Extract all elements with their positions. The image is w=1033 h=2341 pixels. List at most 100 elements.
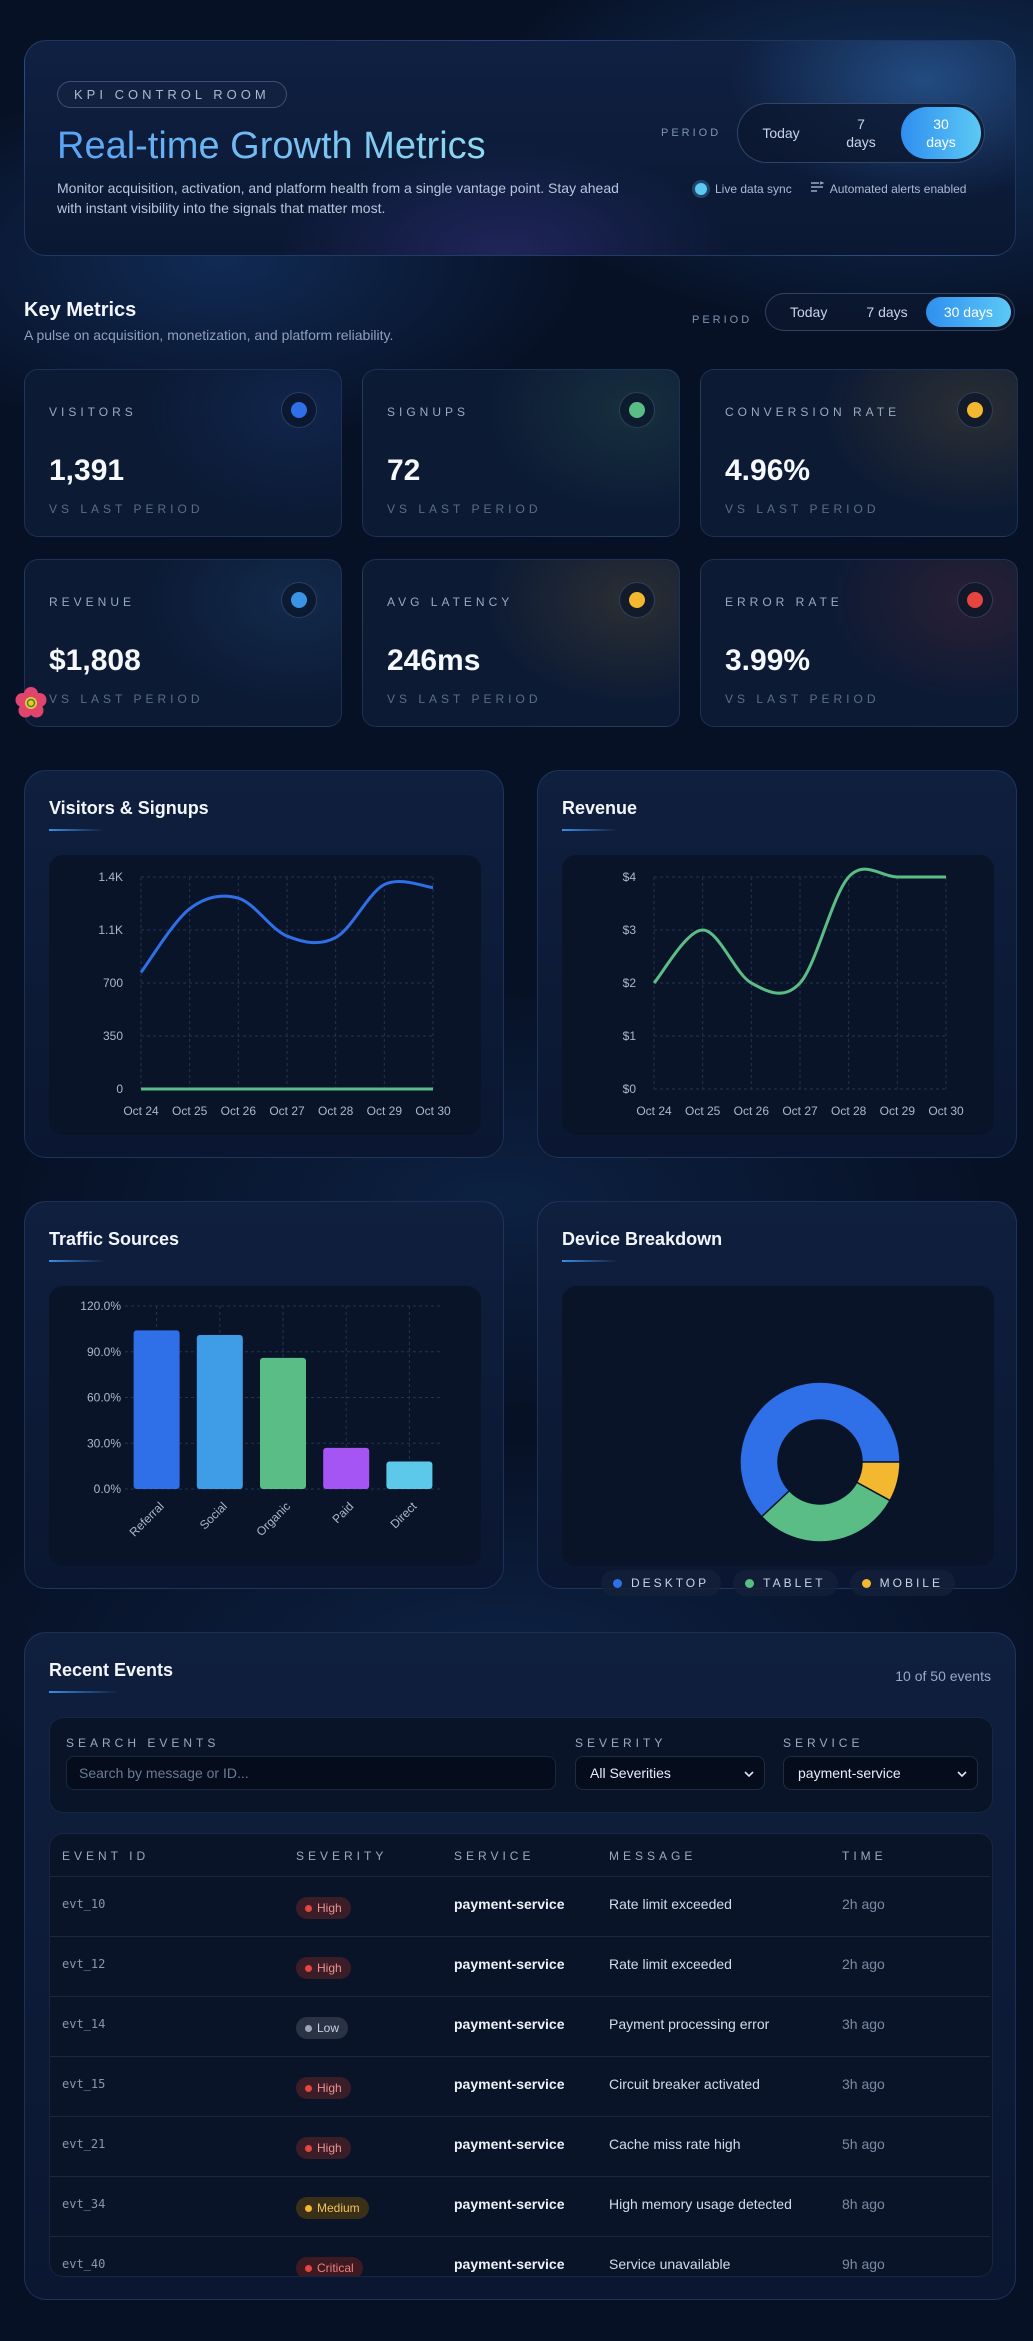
chevron-down-icon — [744, 1757, 754, 1789]
severity-dot-icon — [305, 2084, 312, 2092]
kpi-card-signups: SIGNUPS 72 VS LAST PERIOD — [362, 369, 680, 537]
legend-item-desktop[interactable]: DESKTOP — [601, 1570, 722, 1596]
service-select[interactable]: payment-service — [783, 1756, 978, 1790]
x-tick-label: Oct 28 — [831, 1104, 867, 1118]
kpi-value: 4.96% — [725, 454, 811, 487]
x-tick-label: Oct 29 — [880, 1104, 916, 1118]
device-breakdown-panel: Device Breakdown DESKTOP TABLET MOBILE — [537, 1201, 1017, 1596]
kpi-card-error-rate: ERROR RATE 3.99% VS LAST PERIOD — [700, 559, 1018, 727]
col-severity[interactable]: SEVERITY — [296, 1849, 387, 1863]
hero-period-30days[interactable]: 30 days — [901, 107, 981, 159]
event-time: 5h ago — [842, 2136, 885, 2152]
event-time: 3h ago — [842, 2076, 885, 2092]
severity-text: High — [317, 1961, 342, 1975]
event-id: evt_21 — [62, 2137, 106, 2151]
legend-item-tablet[interactable]: TABLET — [733, 1570, 838, 1596]
live-sync-text: Live data sync — [715, 181, 792, 196]
col-message[interactable]: MESSAGE — [609, 1849, 696, 1863]
event-time: 2h ago — [842, 1956, 885, 1972]
hero-period-today[interactable]: Today — [741, 107, 821, 159]
legend-dot — [861, 1578, 871, 1588]
x-tick-label: Oct 30 — [415, 1104, 451, 1118]
visitors-signups-chart: 0 350 700 1.1K 1.4K Oct 24 Oct 25 Oct 26 Oct 27 O… — [98, 870, 451, 1118]
y-tick-label: $4 — [623, 870, 637, 884]
table-row[interactable]: evt_10 High payment-service Rate limit exce… — [50, 1876, 990, 1936]
key-period-30days[interactable]: 30 days — [925, 297, 1011, 327]
key-period-today[interactable]: Today — [769, 297, 848, 327]
severity-select[interactable]: All Severities — [575, 1756, 765, 1790]
key-metrics-title: Key Metrics — [24, 299, 137, 321]
traffic-sources-title: Traffic Sources — [49, 1229, 180, 1249]
bar-social — [196, 1334, 243, 1489]
table-row[interactable]: evt_21 High payment-service Cache miss rate… — [50, 2116, 990, 2176]
event-time: 3h ago — [842, 2016, 885, 2032]
severity-text: Critical — [317, 2261, 354, 2275]
kpi-label: REVENUE — [49, 595, 136, 609]
y-tick-label: 0 — [116, 1082, 123, 1096]
legend-item-mobile[interactable]: MOBILE — [849, 1570, 955, 1596]
severity-text: High — [317, 1901, 342, 1915]
table-row[interactable]: evt_14 Low payment-service Payment processi… — [50, 1996, 990, 2056]
flower-icon[interactable] — [14, 686, 48, 725]
y-tick-label: 60.0% — [87, 1391, 121, 1405]
event-id: evt_10 — [62, 1897, 106, 1911]
event-message: High memory usage detected — [609, 2196, 792, 2212]
event-id: evt_14 — [62, 2017, 106, 2031]
y-tick-label: 1.4K — [98, 870, 123, 884]
hero-panel: KPI CONTROL ROOM Real-time Growth Metric… — [24, 40, 1016, 256]
event-message: Rate limit exceeded — [609, 1896, 732, 1912]
kpi-value: 1,391 — [49, 454, 125, 487]
key-metrics-period-selector: Today 7 days 30 days — [765, 293, 1015, 331]
y-tick-label: 350 — [103, 1029, 123, 1043]
table-row[interactable]: evt_40 Critical payment-service Service una… — [50, 2236, 990, 2276]
kpi-value: 72 — [387, 454, 421, 487]
device-legend: DESKTOP TABLET MOBILE — [598, 1570, 958, 1598]
kpi-label: AVG LATENCY — [387, 595, 514, 609]
event-message: Circuit breaker activated — [609, 2076, 760, 2092]
event-message: Service unavailable — [609, 2256, 731, 2272]
x-tick-label: Oct 25 — [685, 1104, 721, 1118]
period-30-label: 30 days — [926, 116, 956, 150]
period-today-label: Today — [762, 125, 800, 141]
key-period-7days[interactable]: 7 days — [848, 297, 925, 327]
kpi-sub: VS LAST PERIOD — [725, 502, 880, 516]
x-tick-label: Oct 28 — [318, 1104, 354, 1118]
search-input[interactable]: Search by message or ID... — [66, 1756, 556, 1790]
event-service: payment-service — [454, 2196, 565, 2212]
severity-label: SEVERITY — [575, 1736, 667, 1750]
bar-paid — [323, 1447, 370, 1489]
event-message: Rate limit exceeded — [609, 1956, 732, 1972]
kpi-indicator-icon — [957, 582, 993, 618]
kpi-indicator-icon — [957, 392, 993, 428]
title-underline — [49, 1691, 119, 1693]
hero-period-7days[interactable]: 7 days — [821, 107, 901, 159]
event-message: Payment processing error — [609, 2016, 770, 2032]
col-event-id[interactable]: EVENT ID — [62, 1849, 149, 1863]
service-label: SERVICE — [783, 1736, 864, 1750]
event-time: 9h ago — [842, 2256, 885, 2272]
x-tick-label: Paid — [329, 1499, 356, 1526]
severity-badge: High — [296, 2077, 351, 2099]
table-row[interactable]: evt_15 High payment-service Circuit breaker… — [50, 2056, 990, 2116]
visitors-signups-panel: Visitors & Signups 0 350 700 1.1K 1.4K Oct 24… — [24, 770, 504, 1158]
table-row[interactable]: evt_12 High payment-service Rate limit exce… — [50, 1936, 990, 1996]
x-tick-label: Oct 27 — [269, 1104, 305, 1118]
recent-events-title: Recent Events — [49, 1660, 174, 1680]
table-row[interactable]: evt_34 Medium payment-service High memory u… — [50, 2176, 990, 2236]
col-service[interactable]: SERVICE — [454, 1849, 534, 1863]
device-breakdown-chart — [739, 1381, 901, 1543]
chevron-down-icon — [957, 1757, 967, 1789]
kpi-card-avg-latency: AVG LATENCY 246ms VS LAST PERIOD — [362, 559, 680, 727]
col-time[interactable]: TIME — [842, 1849, 887, 1863]
severity-dot-icon — [305, 1964, 312, 1972]
kpi-label: VISITORS — [49, 405, 137, 419]
kpi-indicator-icon — [619, 392, 655, 428]
legend-label: DESKTOP — [631, 1576, 710, 1590]
title-underline — [49, 829, 105, 831]
kpi-indicator-icon — [281, 392, 317, 428]
kpi-card-revenue: REVENUE $1,808 VS LAST PERIOD — [24, 559, 342, 727]
severity-dot-icon — [305, 2264, 312, 2272]
alerts-icon — [810, 181, 825, 196]
severity-badge: Critical — [296, 2257, 363, 2276]
severity-text: Low — [317, 2021, 340, 2035]
